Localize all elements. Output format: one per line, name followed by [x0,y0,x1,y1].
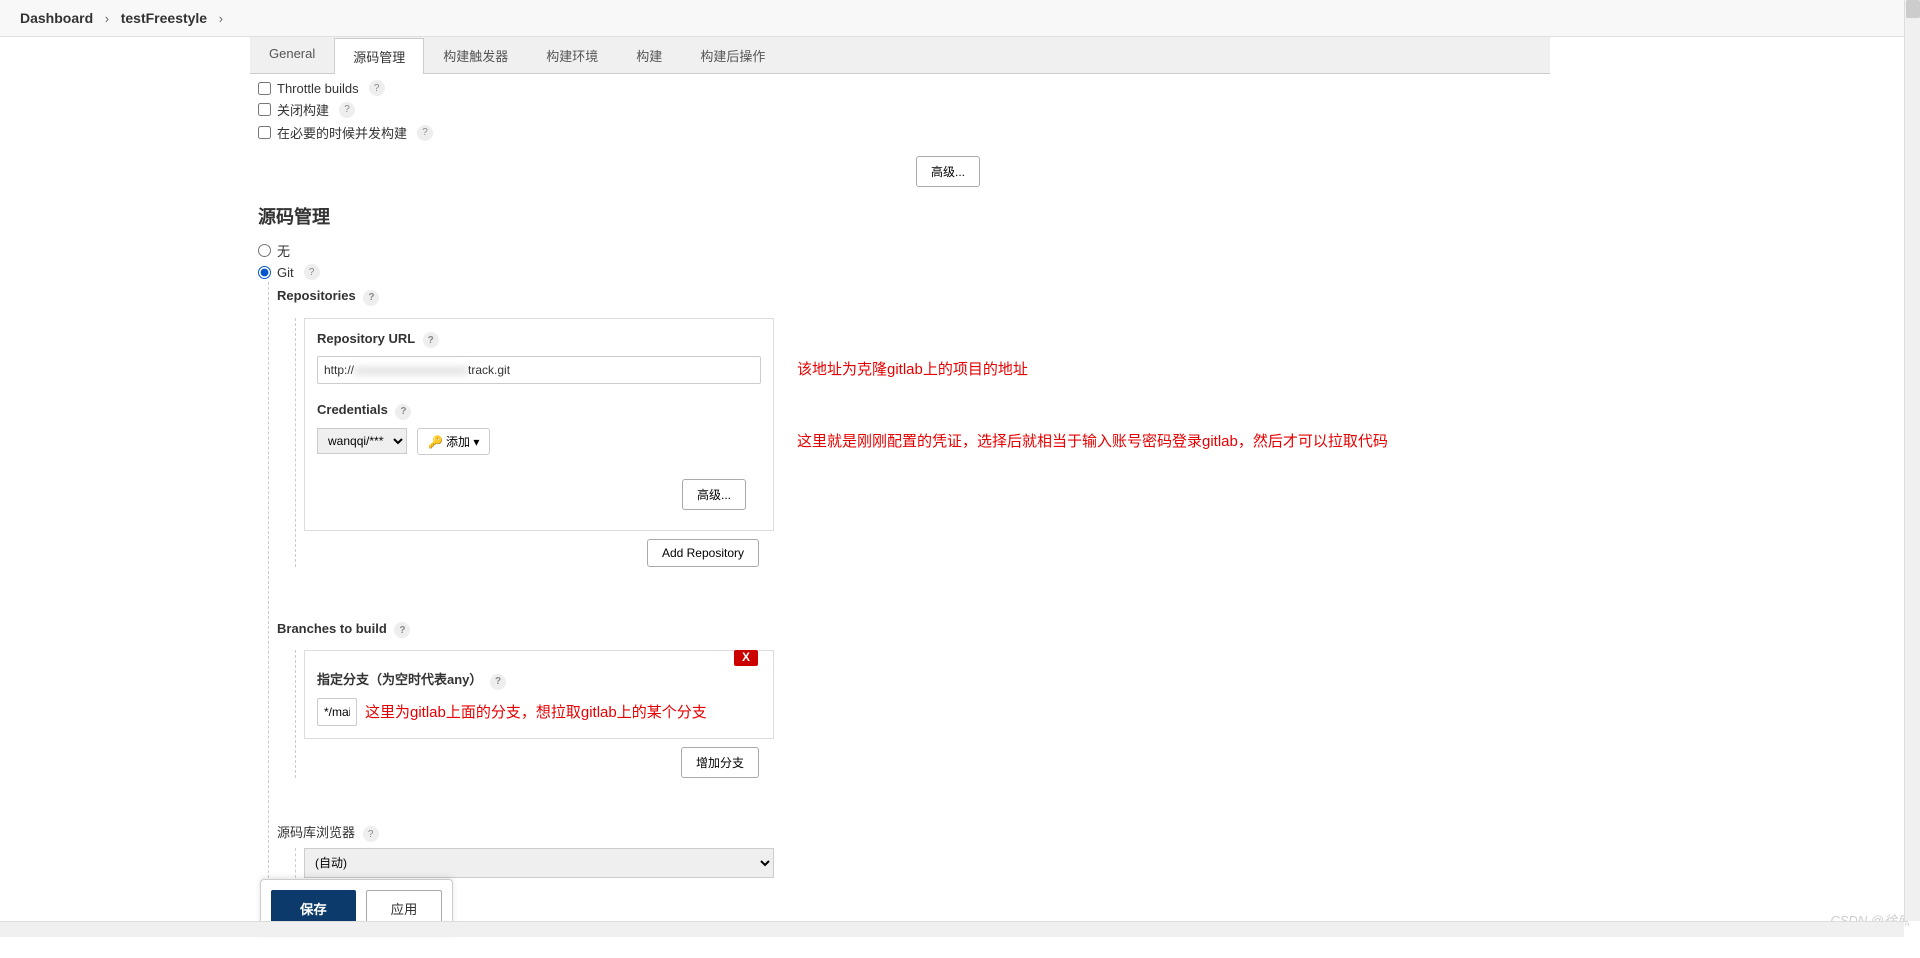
tab-post[interactable]: 构建后操作 [681,37,784,73]
help-icon[interactable]: ? [423,332,439,348]
scm-none-label: 无 [277,241,290,260]
scm-git-label: Git [277,265,294,280]
tab-general[interactable]: General [250,37,334,73]
repo-url-label: Repository URL [317,331,415,346]
scm-git-radio[interactable] [258,266,271,279]
tab-env[interactable]: 构建环境 [527,37,617,73]
throttle-label: Throttle builds [277,81,359,96]
repository-box: Repository URL ? http://xxxxxxxxxxxxxxxx… [304,318,774,531]
browser-label: 源码库浏览器 [277,825,355,840]
help-icon[interactable]: ? [369,80,385,96]
help-icon[interactable]: ? [394,622,410,638]
scrollbar-thumb[interactable] [1906,0,1920,18]
credentials-label: Credentials [317,402,388,417]
branches-label: Branches to build [277,621,387,636]
branch-box: X 指定分支（为空时代表any） ? 这里为gitlab上面的分支，想拉取git… [304,650,774,739]
tab-triggers[interactable]: 构建触发器 [424,37,527,73]
help-icon[interactable]: ? [490,674,506,690]
throttle-checkbox[interactable] [258,82,271,95]
delete-branch-button[interactable]: X [734,650,758,666]
repositories-label: Repositories [277,288,356,303]
add-branch-button[interactable]: 增加分支 [681,747,759,778]
breadcrumb-sep: › [219,11,223,26]
scm-heading: 源码管理 [258,203,1550,229]
help-icon[interactable]: ? [395,404,411,420]
breadcrumb-sep: › [105,11,109,26]
annotation-cred: 这里就是刚刚配置的凭证，选择后就相当于输入账号密码登录gitlab，然后才可以拉… [797,430,1388,451]
credentials-select[interactable]: wanqqi/****** [317,428,407,454]
help-icon[interactable]: ? [417,125,433,141]
repo-url-input[interactable]: http://xxxxxxxxxxxxxxxxxxxtrack.git [317,356,761,384]
branch-spec-label: 指定分支（为空时代表any） [317,672,482,687]
config-tabs: General 源码管理 构建触发器 构建环境 构建 构建后操作 [250,37,1550,74]
horizontal-scrollbar[interactable] [0,921,1904,937]
tab-scm[interactable]: 源码管理 [334,38,424,74]
repo-browser-select[interactable]: (自动) [304,848,774,878]
branch-input[interactable] [317,698,357,726]
advanced-repo-button[interactable]: 高级... [682,479,746,510]
breadcrumb-project[interactable]: testFreestyle [121,10,207,26]
help-icon[interactable]: ? [304,264,320,280]
help-icon[interactable]: ? [363,290,379,306]
tab-build[interactable]: 构建 [617,37,681,73]
annotation-url: 该地址为克隆gitlab上的项目的地址 [797,358,1028,379]
add-credentials-button[interactable]: 🔑添加 ▾ [417,428,490,455]
annotation-branch: 这里为gitlab上面的分支，想拉取gitlab上的某个分支 [365,701,707,722]
breadcrumb-dashboard[interactable]: Dashboard [20,10,93,26]
vertical-scrollbar[interactable] [1904,0,1920,921]
breadcrumb: Dashboard › testFreestyle › [0,0,1920,37]
close-build-label: 关闭构建 [277,100,329,119]
close-build-checkbox[interactable] [258,103,271,116]
advanced-button[interactable]: 高级... [916,156,980,187]
concurrent-label: 在必要的时候并发构建 [277,123,407,142]
concurrent-checkbox[interactable] [258,126,271,139]
add-repository-button[interactable]: Add Repository [647,539,759,567]
help-icon[interactable]: ? [339,102,355,118]
help-icon[interactable]: ? [363,826,379,842]
scm-none-radio[interactable] [258,244,271,257]
key-icon: 🔑 [428,435,443,449]
